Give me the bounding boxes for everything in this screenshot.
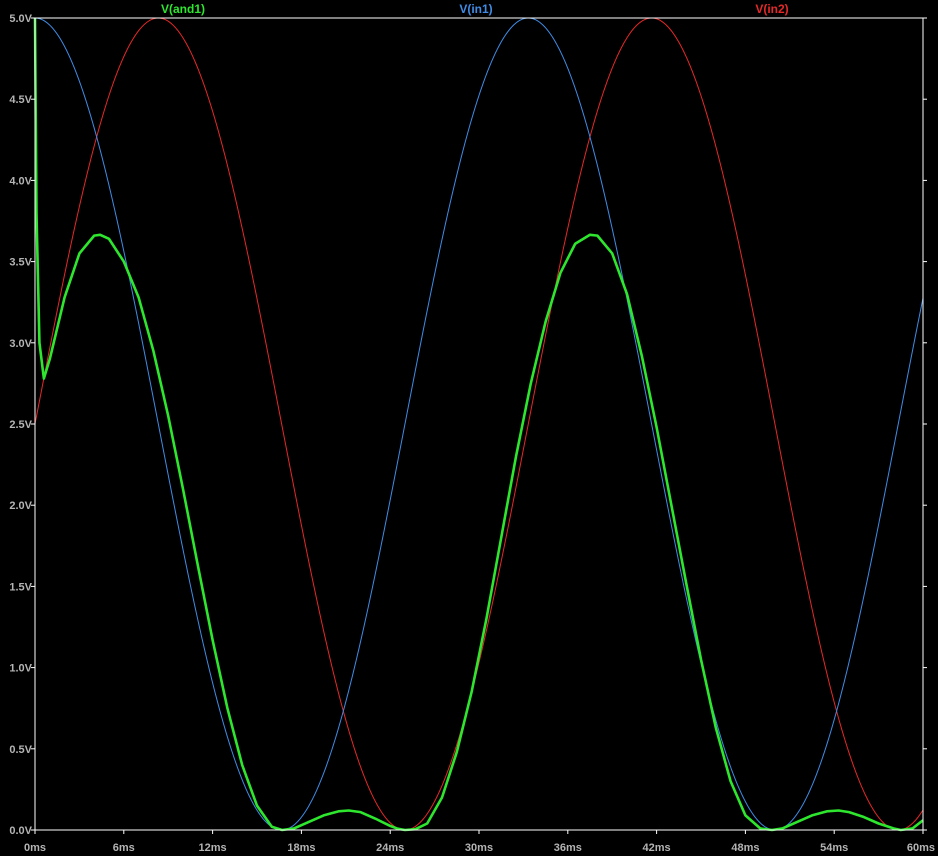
x-tick-label: 54ms (820, 842, 848, 854)
x-tick-label: 60ms (907, 842, 935, 854)
y-tick-label: 3.0V (9, 338, 32, 350)
x-tick-label: 0ms (24, 842, 46, 854)
y-tick-label: 2.0V (9, 500, 32, 512)
y-tick-label: 4.0V (9, 175, 32, 187)
x-tick-label: 24ms (376, 842, 404, 854)
x-tick-label: 48ms (731, 842, 759, 854)
y-tick-label: 1.0V (9, 663, 32, 675)
chart: 0ms 6ms 12ms 18ms 24ms 30ms 36ms 42ms 48ms 54ms 60… (0, 0, 938, 856)
x-tick-label: 36ms (554, 842, 582, 854)
x-tick-label: 12ms (199, 842, 227, 854)
y-tick-label: 0.0V (9, 825, 32, 837)
y-tick-label: 4.5V (9, 94, 32, 106)
x-tick-label: 30ms (465, 842, 493, 854)
legend-entry-v-and1-: V(and1) (161, 2, 205, 16)
x-tick-label: 18ms (287, 842, 315, 854)
x-tick-label: 42ms (643, 842, 671, 854)
x-tick-label: 6ms (113, 842, 135, 854)
y-tick-label: 2.5V (9, 419, 32, 431)
y-tick-label: 5.0V (9, 13, 32, 25)
y-tick-label: 1.5V (9, 581, 32, 593)
y-tick-label: 3.5V (9, 257, 32, 269)
y-tick-label: 0.5V (9, 744, 32, 756)
legend-entry-v-in2-: V(in2) (755, 2, 788, 16)
legend-entry-v-in1-: V(in1) (459, 2, 492, 16)
